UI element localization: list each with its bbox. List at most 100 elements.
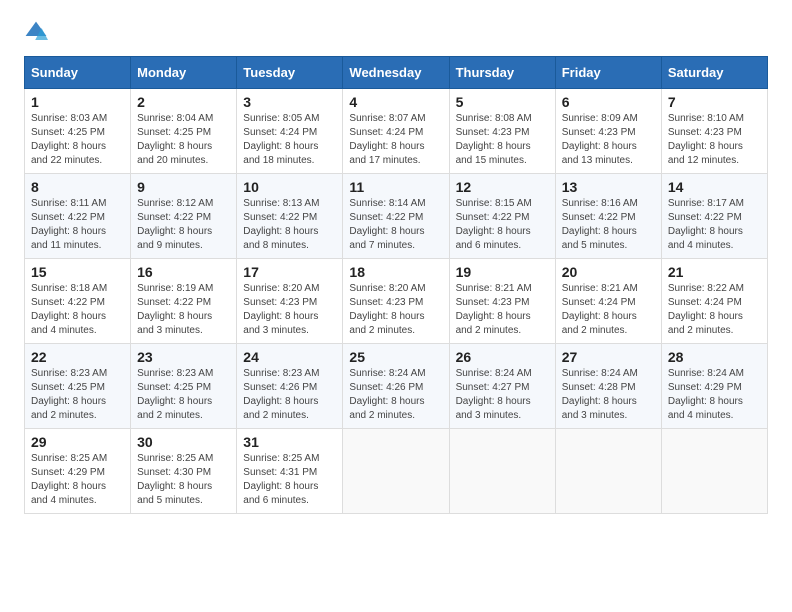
calendar-day-cell: 29 Sunrise: 8:25 AM Sunset: 4:29 PM Dayl…	[25, 429, 131, 514]
day-number: 7	[668, 94, 761, 110]
day-info: Sunrise: 8:14 AM Sunset: 4:22 PM Dayligh…	[349, 197, 442, 253]
day-info: Sunrise: 8:17 AM Sunset: 4:22 PM Dayligh…	[668, 197, 761, 253]
calendar-day-cell: 28 Sunrise: 8:24 AM Sunset: 4:29 PM Dayl…	[661, 344, 767, 429]
page-header	[24, 20, 768, 44]
calendar-day-cell: 13 Sunrise: 8:16 AM Sunset: 4:22 PM Dayl…	[555, 174, 661, 259]
day-info: Sunrise: 8:08 AM Sunset: 4:23 PM Dayligh…	[456, 112, 549, 168]
calendar-week-row: 22 Sunrise: 8:23 AM Sunset: 4:25 PM Dayl…	[25, 344, 768, 429]
day-info: Sunrise: 8:12 AM Sunset: 4:22 PM Dayligh…	[137, 197, 230, 253]
day-info: Sunrise: 8:19 AM Sunset: 4:22 PM Dayligh…	[137, 282, 230, 338]
day-number: 15	[31, 264, 124, 280]
day-number: 2	[137, 94, 230, 110]
day-info: Sunrise: 8:20 AM Sunset: 4:23 PM Dayligh…	[243, 282, 336, 338]
day-number: 4	[349, 94, 442, 110]
calendar-day-cell: 7 Sunrise: 8:10 AM Sunset: 4:23 PM Dayli…	[661, 89, 767, 174]
day-of-week-header: Tuesday	[237, 57, 343, 89]
calendar-week-row: 29 Sunrise: 8:25 AM Sunset: 4:29 PM Dayl…	[25, 429, 768, 514]
day-info: Sunrise: 8:15 AM Sunset: 4:22 PM Dayligh…	[456, 197, 549, 253]
calendar-day-cell: 19 Sunrise: 8:21 AM Sunset: 4:23 PM Dayl…	[449, 259, 555, 344]
day-info: Sunrise: 8:23 AM Sunset: 4:25 PM Dayligh…	[137, 367, 230, 423]
day-info: Sunrise: 8:24 AM Sunset: 4:28 PM Dayligh…	[562, 367, 655, 423]
day-number: 31	[243, 434, 336, 450]
day-number: 28	[668, 349, 761, 365]
day-number: 23	[137, 349, 230, 365]
day-info: Sunrise: 8:24 AM Sunset: 4:27 PM Dayligh…	[456, 367, 549, 423]
calendar-day-cell: 3 Sunrise: 8:05 AM Sunset: 4:24 PM Dayli…	[237, 89, 343, 174]
day-info: Sunrise: 8:21 AM Sunset: 4:23 PM Dayligh…	[456, 282, 549, 338]
calendar-day-cell: 23 Sunrise: 8:23 AM Sunset: 4:25 PM Dayl…	[131, 344, 237, 429]
day-info: Sunrise: 8:03 AM Sunset: 4:25 PM Dayligh…	[31, 112, 124, 168]
day-info: Sunrise: 8:10 AM Sunset: 4:23 PM Dayligh…	[668, 112, 761, 168]
day-number: 20	[562, 264, 655, 280]
calendar-day-cell: 9 Sunrise: 8:12 AM Sunset: 4:22 PM Dayli…	[131, 174, 237, 259]
calendar-day-cell: 20 Sunrise: 8:21 AM Sunset: 4:24 PM Dayl…	[555, 259, 661, 344]
day-number: 21	[668, 264, 761, 280]
day-number: 22	[31, 349, 124, 365]
day-info: Sunrise: 8:21 AM Sunset: 4:24 PM Dayligh…	[562, 282, 655, 338]
day-info: Sunrise: 8:24 AM Sunset: 4:29 PM Dayligh…	[668, 367, 761, 423]
day-info: Sunrise: 8:24 AM Sunset: 4:26 PM Dayligh…	[349, 367, 442, 423]
day-info: Sunrise: 8:04 AM Sunset: 4:25 PM Dayligh…	[137, 112, 230, 168]
calendar-day-cell: 22 Sunrise: 8:23 AM Sunset: 4:25 PM Dayl…	[25, 344, 131, 429]
day-number: 19	[456, 264, 549, 280]
day-number: 6	[562, 94, 655, 110]
calendar-day-cell: 4 Sunrise: 8:07 AM Sunset: 4:24 PM Dayli…	[343, 89, 449, 174]
day-of-week-header: Saturday	[661, 57, 767, 89]
day-of-week-header: Sunday	[25, 57, 131, 89]
day-number: 8	[31, 179, 124, 195]
day-info: Sunrise: 8:23 AM Sunset: 4:26 PM Dayligh…	[243, 367, 336, 423]
day-info: Sunrise: 8:20 AM Sunset: 4:23 PM Dayligh…	[349, 282, 442, 338]
day-number: 5	[456, 94, 549, 110]
calendar-day-cell: 16 Sunrise: 8:19 AM Sunset: 4:22 PM Dayl…	[131, 259, 237, 344]
day-info: Sunrise: 8:16 AM Sunset: 4:22 PM Dayligh…	[562, 197, 655, 253]
calendar-header-row: SundayMondayTuesdayWednesdayThursdayFrid…	[25, 57, 768, 89]
day-of-week-header: Thursday	[449, 57, 555, 89]
calendar-day-cell: 27 Sunrise: 8:24 AM Sunset: 4:28 PM Dayl…	[555, 344, 661, 429]
calendar-day-cell: 12 Sunrise: 8:15 AM Sunset: 4:22 PM Dayl…	[449, 174, 555, 259]
calendar-day-cell: 6 Sunrise: 8:09 AM Sunset: 4:23 PM Dayli…	[555, 89, 661, 174]
day-number: 11	[349, 179, 442, 195]
day-number: 27	[562, 349, 655, 365]
logo	[24, 20, 52, 44]
calendar-day-cell: 24 Sunrise: 8:23 AM Sunset: 4:26 PM Dayl…	[237, 344, 343, 429]
day-number: 9	[137, 179, 230, 195]
day-number: 13	[562, 179, 655, 195]
day-info: Sunrise: 8:25 AM Sunset: 4:30 PM Dayligh…	[137, 452, 230, 508]
calendar-week-row: 15 Sunrise: 8:18 AM Sunset: 4:22 PM Dayl…	[25, 259, 768, 344]
day-number: 24	[243, 349, 336, 365]
day-info: Sunrise: 8:11 AM Sunset: 4:22 PM Dayligh…	[31, 197, 124, 253]
calendar-day-cell: 14 Sunrise: 8:17 AM Sunset: 4:22 PM Dayl…	[661, 174, 767, 259]
logo-icon	[24, 20, 48, 44]
calendar-day-cell: 11 Sunrise: 8:14 AM Sunset: 4:22 PM Dayl…	[343, 174, 449, 259]
day-info: Sunrise: 8:25 AM Sunset: 4:29 PM Dayligh…	[31, 452, 124, 508]
day-number: 3	[243, 94, 336, 110]
day-of-week-header: Wednesday	[343, 57, 449, 89]
day-of-week-header: Friday	[555, 57, 661, 89]
calendar-table: SundayMondayTuesdayWednesdayThursdayFrid…	[24, 56, 768, 514]
calendar-day-cell: 5 Sunrise: 8:08 AM Sunset: 4:23 PM Dayli…	[449, 89, 555, 174]
day-number: 1	[31, 94, 124, 110]
calendar-day-cell: 15 Sunrise: 8:18 AM Sunset: 4:22 PM Dayl…	[25, 259, 131, 344]
calendar-day-cell: 21 Sunrise: 8:22 AM Sunset: 4:24 PM Dayl…	[661, 259, 767, 344]
day-number: 29	[31, 434, 124, 450]
calendar-day-cell	[343, 429, 449, 514]
calendar-day-cell: 26 Sunrise: 8:24 AM Sunset: 4:27 PM Dayl…	[449, 344, 555, 429]
day-info: Sunrise: 8:22 AM Sunset: 4:24 PM Dayligh…	[668, 282, 761, 338]
calendar-day-cell: 25 Sunrise: 8:24 AM Sunset: 4:26 PM Dayl…	[343, 344, 449, 429]
day-number: 12	[456, 179, 549, 195]
calendar-day-cell: 30 Sunrise: 8:25 AM Sunset: 4:30 PM Dayl…	[131, 429, 237, 514]
calendar-week-row: 1 Sunrise: 8:03 AM Sunset: 4:25 PM Dayli…	[25, 89, 768, 174]
day-number: 26	[456, 349, 549, 365]
calendar-day-cell: 31 Sunrise: 8:25 AM Sunset: 4:31 PM Dayl…	[237, 429, 343, 514]
day-number: 17	[243, 264, 336, 280]
calendar-day-cell: 8 Sunrise: 8:11 AM Sunset: 4:22 PM Dayli…	[25, 174, 131, 259]
day-info: Sunrise: 8:05 AM Sunset: 4:24 PM Dayligh…	[243, 112, 336, 168]
calendar-day-cell: 1 Sunrise: 8:03 AM Sunset: 4:25 PM Dayli…	[25, 89, 131, 174]
day-info: Sunrise: 8:18 AM Sunset: 4:22 PM Dayligh…	[31, 282, 124, 338]
day-info: Sunrise: 8:13 AM Sunset: 4:22 PM Dayligh…	[243, 197, 336, 253]
calendar-day-cell: 18 Sunrise: 8:20 AM Sunset: 4:23 PM Dayl…	[343, 259, 449, 344]
day-info: Sunrise: 8:23 AM Sunset: 4:25 PM Dayligh…	[31, 367, 124, 423]
day-number: 16	[137, 264, 230, 280]
calendar-day-cell	[449, 429, 555, 514]
calendar-day-cell: 2 Sunrise: 8:04 AM Sunset: 4:25 PM Dayli…	[131, 89, 237, 174]
